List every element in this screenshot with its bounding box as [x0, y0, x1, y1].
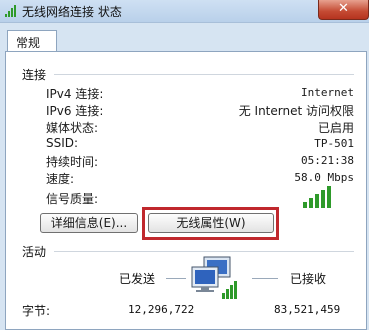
received-label: 已接收 [290, 272, 327, 286]
media-state-value: 已启用 [317, 121, 354, 135]
bytes-received-value: 83,521,459 [274, 303, 341, 316]
connection-divider [54, 74, 354, 75]
close-icon: ✕ [338, 1, 349, 16]
tab-strip: 常规 [0, 22, 369, 52]
general-panel: 连接 IPv4 连接: Internet IPv6 连接: 无 Internet… [5, 51, 367, 330]
signal-strength-icon [303, 186, 331, 208]
close-button[interactable]: ✕ [318, 0, 369, 20]
details-button[interactable]: 详细信息(E)... [40, 213, 138, 233]
activity-group-label: 活动 [22, 245, 47, 259]
window-title: 无线网络连接 状态 [22, 5, 122, 19]
ssid-value: TP-501 [314, 137, 354, 150]
wireless-properties-label: 无线属性(W) [176, 216, 246, 230]
duration-label: 持续时间: [46, 155, 99, 169]
bytes-sent-value: 12,296,722 [128, 303, 195, 316]
signal-quality-label: 信号质量: [46, 192, 99, 206]
tab-general[interactable]: 常规 [7, 30, 57, 52]
speed-label: 速度: [46, 172, 75, 186]
sent-label: 已发送 [119, 272, 156, 286]
sent-line [166, 278, 186, 279]
ipv4-value: Internet [301, 86, 354, 99]
tab-general-label: 常规 [16, 36, 41, 50]
bytes-label: 字节: [22, 304, 51, 318]
ssid-label: SSID: [46, 136, 79, 150]
wireless-properties-button[interactable]: 无线属性(W) [148, 213, 274, 233]
ipv6-value: 无 Internet 访问权限 [238, 104, 354, 118]
details-button-label: 详细信息(E)... [50, 216, 128, 230]
media-state-label: 媒体状态: [46, 121, 99, 135]
duration-value: 05:21:38 [301, 154, 354, 167]
activity-divider [54, 251, 354, 252]
connection-group-label: 连接 [22, 68, 47, 82]
wireless-signal-icon [5, 5, 16, 17]
network-computers-icon [191, 256, 237, 299]
title-bar: 无线网络连接 状态 ✕ [0, 0, 369, 23]
ipv6-label: IPv6 连接: [46, 104, 104, 118]
received-line [252, 278, 278, 279]
ipv4-label: IPv4 连接: [46, 87, 104, 101]
speed-value: 58.0 Mbps [294, 171, 354, 184]
